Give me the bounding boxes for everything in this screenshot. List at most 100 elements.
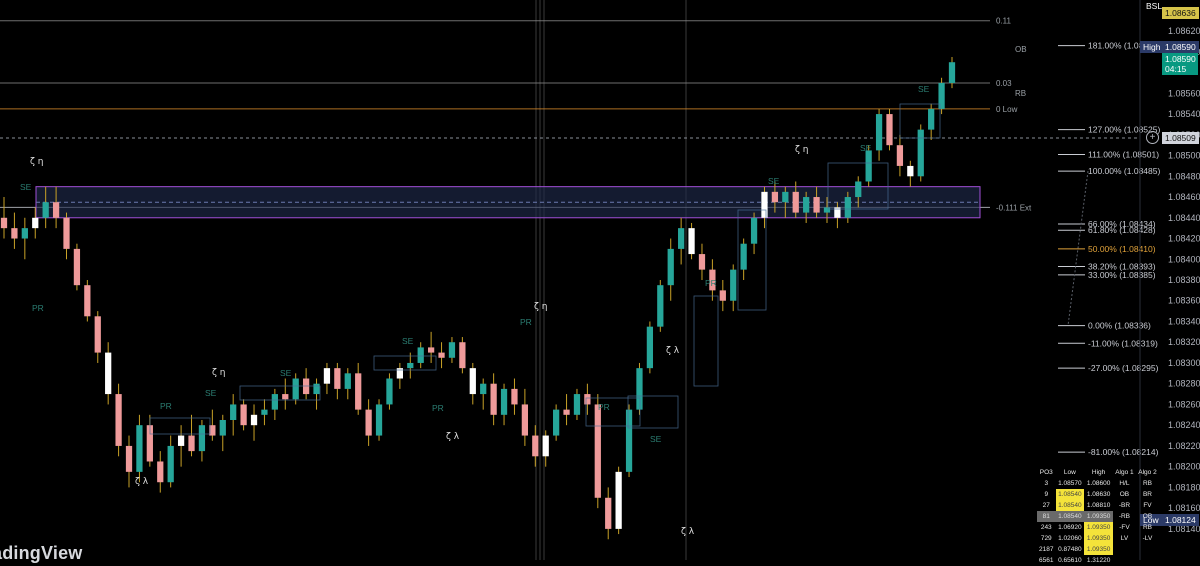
fib-label: -27.00% (1.08295) bbox=[1088, 363, 1159, 373]
candle-body bbox=[188, 435, 195, 452]
candle-body bbox=[782, 191, 789, 203]
price-tick: 1.08180 bbox=[1168, 482, 1200, 492]
price-tick: 1.08320 bbox=[1168, 337, 1200, 347]
algo-table-cell: RB bbox=[1142, 480, 1152, 487]
price-tick: 1.08480 bbox=[1168, 171, 1200, 181]
candle-body bbox=[386, 378, 393, 405]
bsl-value: 1.08636 bbox=[1165, 8, 1196, 18]
algo-table-cell bbox=[1136, 555, 1159, 566]
price-tick: 1.08360 bbox=[1168, 296, 1200, 306]
candle-body bbox=[823, 207, 831, 213]
candle-body bbox=[896, 145, 904, 166]
se-label: SE bbox=[918, 84, 930, 94]
candle-body bbox=[948, 62, 956, 83]
algo-table-cell: OB bbox=[1142, 513, 1153, 520]
crosshair-price-tag: 1.08509 bbox=[1162, 132, 1199, 144]
price-tick: 1.08220 bbox=[1168, 441, 1200, 451]
algo-table-cell: 1.31220 bbox=[1086, 557, 1111, 564]
algo-table-cell: 1.08810 bbox=[1086, 502, 1111, 509]
price-tick: 1.08300 bbox=[1168, 358, 1200, 368]
price-tick: 1.08260 bbox=[1168, 399, 1200, 409]
se-label: SE bbox=[402, 336, 414, 346]
candlestick-series bbox=[0, 57, 956, 540]
fib-trend-line bbox=[1067, 171, 1089, 326]
se-label: SE bbox=[860, 143, 872, 153]
candle-body bbox=[490, 383, 497, 415]
algo-table-cell: -FV bbox=[1119, 524, 1130, 531]
se-label: SE bbox=[20, 182, 32, 192]
algo-table-cell: 1.08600 bbox=[1086, 480, 1111, 487]
candle-body bbox=[792, 191, 799, 213]
candle-body bbox=[938, 82, 945, 109]
candle-body bbox=[292, 378, 299, 400]
candle-body bbox=[855, 181, 862, 198]
candle-body bbox=[115, 394, 122, 446]
candle-body bbox=[573, 394, 581, 415]
candle-body bbox=[542, 435, 549, 457]
pr-label: PR bbox=[598, 402, 610, 412]
candle-body bbox=[917, 129, 924, 177]
algo-table-cell: BR bbox=[1142, 491, 1152, 498]
zeta-low-marker: ζ λ bbox=[666, 346, 680, 356]
algo-table-cell: 243 bbox=[1040, 524, 1052, 531]
candle-body bbox=[553, 409, 560, 436]
candle-body bbox=[230, 404, 237, 420]
algo-table-cell: RB bbox=[1142, 524, 1152, 531]
bsl-value-tag: 1.08636 bbox=[1162, 7, 1199, 19]
price-tick: 1.08500 bbox=[1168, 151, 1200, 161]
structure-box bbox=[373, 355, 437, 371]
candle-body bbox=[803, 197, 810, 213]
high-label: High bbox=[1143, 42, 1161, 52]
price-tick: 1.08160 bbox=[1168, 503, 1200, 513]
candle-body bbox=[334, 368, 341, 389]
se-label: SE bbox=[768, 176, 780, 186]
candle-body bbox=[646, 326, 654, 369]
candle-body bbox=[813, 197, 820, 213]
algo-table-cell: 1.09350 bbox=[1084, 533, 1113, 544]
candle-body bbox=[865, 150, 872, 182]
price-tick: 1.08380 bbox=[1168, 275, 1200, 285]
se-label: SE bbox=[280, 368, 292, 378]
candle-body bbox=[219, 420, 226, 436]
last-price-tag: 1.08590 04:15 bbox=[1162, 53, 1198, 75]
price-tick: 1.08200 bbox=[1168, 462, 1200, 472]
candle-body bbox=[125, 445, 133, 472]
price-tick: 1.08560 bbox=[1168, 88, 1200, 98]
algo-table-cell: -BR bbox=[1118, 502, 1131, 509]
algo-table-cell bbox=[1113, 555, 1136, 566]
candle-body bbox=[177, 435, 185, 446]
high-value: 1.08590 bbox=[1165, 42, 1196, 52]
algo-table-cell: 1.08540 bbox=[1055, 489, 1085, 500]
candle-body bbox=[63, 217, 70, 249]
header-high: High bbox=[1091, 468, 1106, 476]
algo-table-cell: 81 bbox=[1037, 511, 1056, 522]
low-value-tag: 1.08124 bbox=[1162, 514, 1199, 526]
price-chart[interactable]: 0.11 0.03 0 Low -0.111 Ext OB RB SE SE SE SE PR PR… bbox=[0, 0, 1200, 560]
algo-table-row: 243 1.06920 1.09350 -FV RB bbox=[1037, 522, 1159, 533]
candle-body bbox=[625, 409, 633, 472]
high-label-tag: High bbox=[1140, 41, 1164, 53]
pr-label: PR bbox=[160, 401, 172, 411]
candle-body bbox=[459, 342, 466, 369]
candle-body bbox=[886, 114, 893, 146]
algo-table-cell: 1.09350 bbox=[1084, 544, 1113, 555]
structure-box bbox=[627, 395, 679, 429]
candle-body bbox=[688, 228, 695, 255]
candle-body bbox=[271, 394, 278, 410]
candle-body bbox=[678, 228, 685, 249]
candle-body bbox=[52, 202, 60, 218]
candle-body bbox=[375, 404, 383, 436]
fib-label: 33.00% (1.08385) bbox=[1088, 270, 1156, 280]
pr-label: PR bbox=[705, 278, 717, 288]
candle-body bbox=[157, 461, 164, 483]
structure-box bbox=[693, 295, 719, 387]
candle-body bbox=[584, 394, 591, 405]
crosshair-plus-icon[interactable]: + bbox=[1146, 131, 1159, 144]
candle-body bbox=[417, 347, 424, 363]
candle-body bbox=[928, 108, 935, 130]
algo-table-cell: 1.02060 bbox=[1058, 535, 1082, 542]
algo-table-row: 27 1.08540 1.08810 -BR FV bbox=[1037, 500, 1159, 511]
level-label: -0.111 Ext bbox=[996, 203, 1032, 212]
algo-table-cell: LV bbox=[1120, 535, 1129, 542]
algo-table-body: 3 1.08570 1.08600 H/L RB 9 1.08540 1.08630 OB BR 2… bbox=[1037, 478, 1159, 566]
